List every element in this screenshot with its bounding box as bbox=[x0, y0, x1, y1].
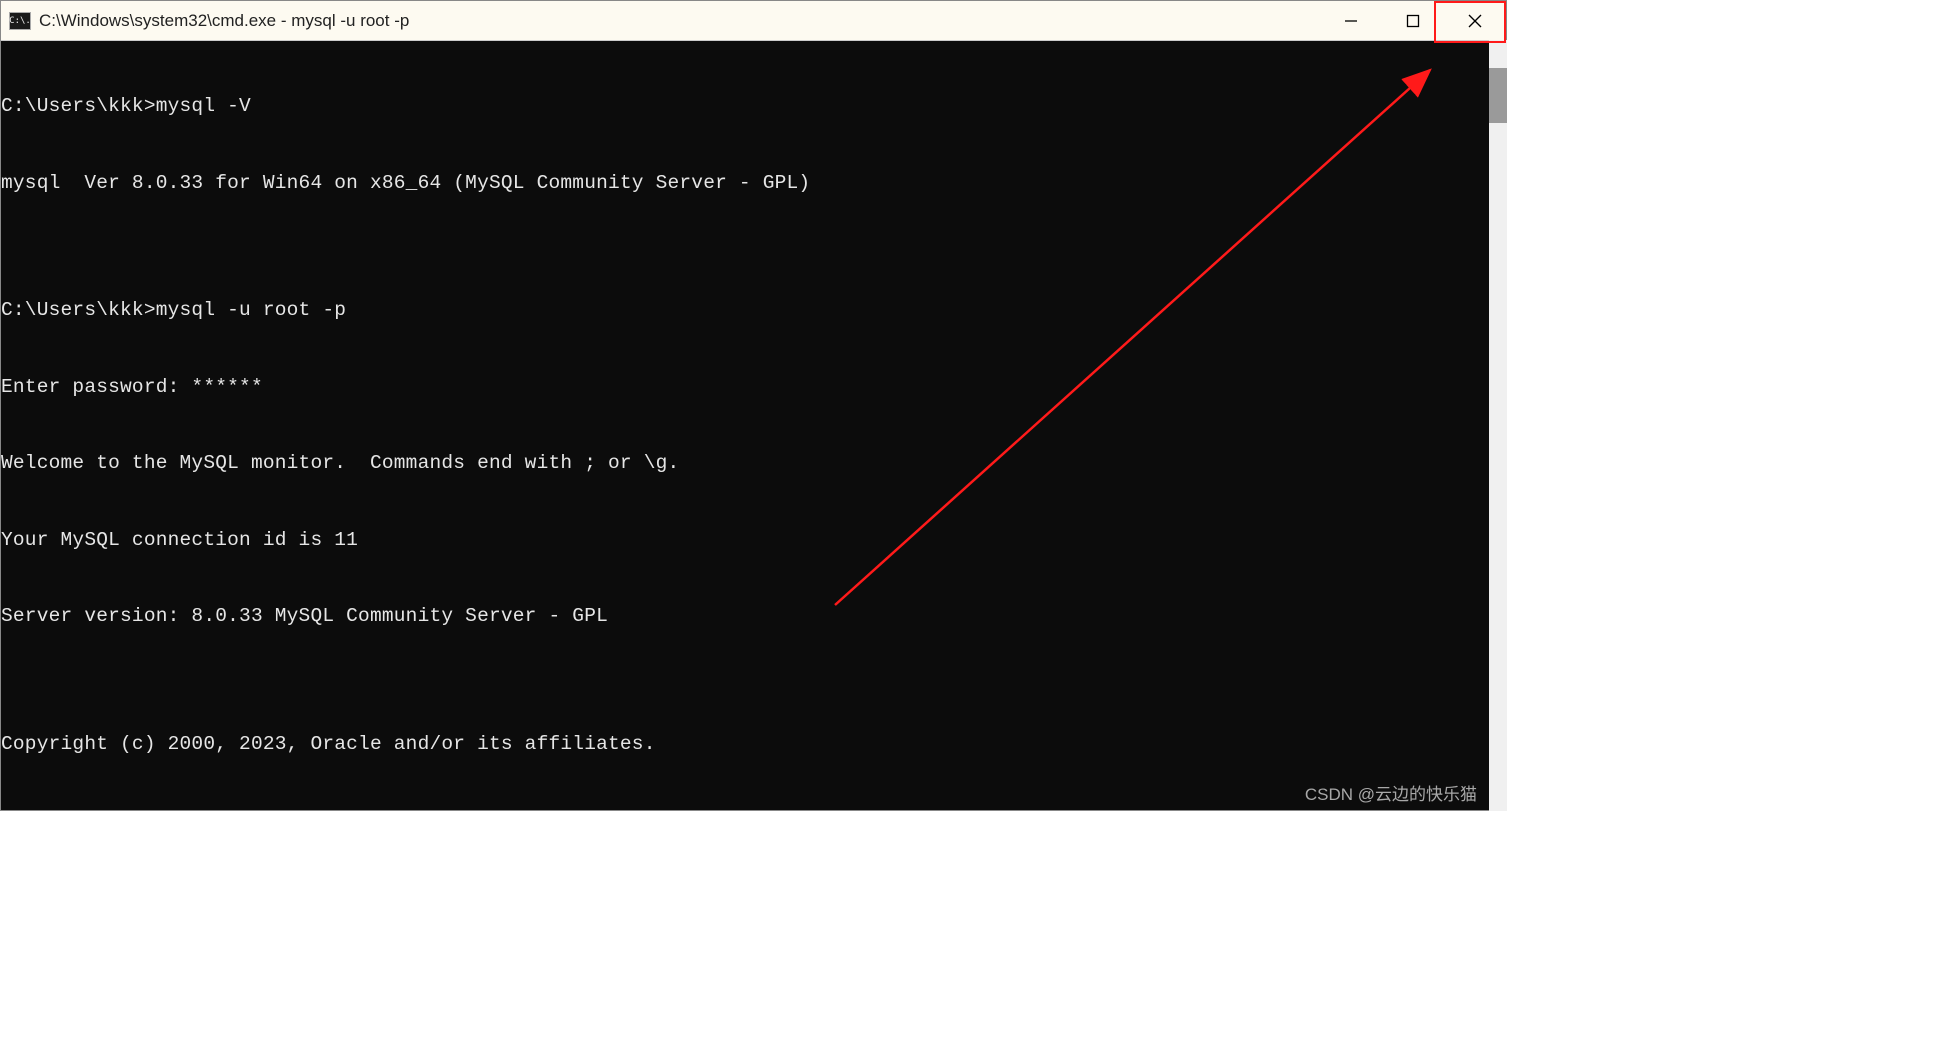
terminal-line: C:\Users\kkk>mysql -u root -p bbox=[1, 298, 1506, 324]
terminal-line: Your MySQL connection id is 11 bbox=[1, 528, 1506, 554]
terminal-line: Welcome to the MySQL monitor. Commands e… bbox=[1, 451, 1506, 477]
watermark-text: CSDN @云边的快乐猫 bbox=[1305, 780, 1477, 805]
titlebar[interactable]: C:\. C:\Windows\system32\cmd.exe - mysql… bbox=[1, 1, 1506, 41]
maximize-icon bbox=[1406, 14, 1420, 28]
scrollbar-thumb[interactable] bbox=[1489, 68, 1507, 123]
minimize-icon bbox=[1344, 14, 1358, 28]
cmd-icon: C:\. bbox=[9, 12, 31, 30]
terminal-output[interactable]: C:\Users\kkk>mysql -V mysql Ver 8.0.33 f… bbox=[1, 41, 1506, 810]
window-title: C:\Windows\system32\cmd.exe - mysql -u r… bbox=[39, 11, 1320, 31]
minimize-button[interactable] bbox=[1320, 1, 1382, 40]
vertical-scrollbar[interactable] bbox=[1489, 40, 1507, 811]
maximize-button[interactable] bbox=[1382, 1, 1444, 40]
window-controls bbox=[1320, 1, 1506, 40]
cmd-window: C:\. C:\Windows\system32\cmd.exe - mysql… bbox=[0, 0, 1507, 811]
terminal-line: Enter password: ****** bbox=[1, 375, 1506, 401]
terminal-line: Server version: 8.0.33 MySQL Community S… bbox=[1, 604, 1506, 630]
terminal-line: Copyright (c) 2000, 2023, Oracle and/or … bbox=[1, 732, 1506, 758]
close-button[interactable] bbox=[1444, 1, 1506, 40]
close-icon bbox=[1468, 14, 1482, 28]
terminal-line: C:\Users\kkk>mysql -V bbox=[1, 94, 1506, 120]
terminal-line: mysql Ver 8.0.33 for Win64 on x86_64 (My… bbox=[1, 171, 1506, 197]
